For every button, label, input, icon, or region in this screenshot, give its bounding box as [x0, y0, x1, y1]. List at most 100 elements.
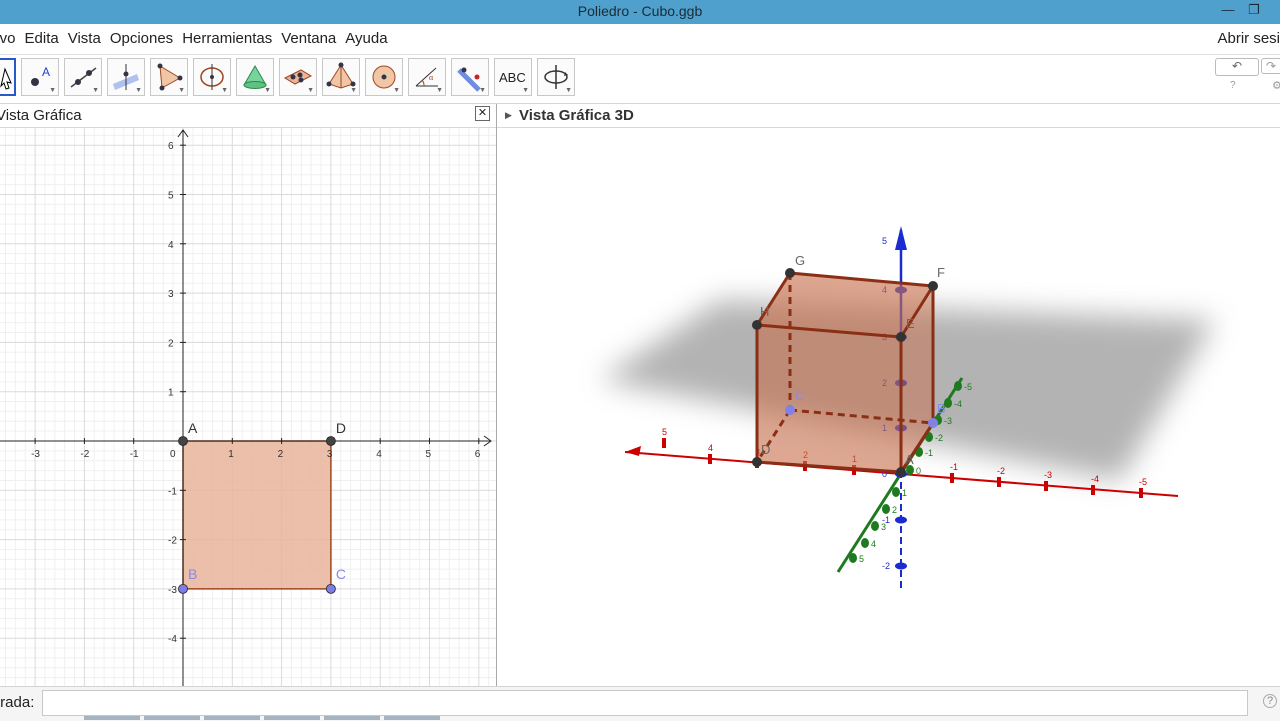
- graphics-view-3d-header: ▶ Vista Gráfica 3D: [497, 104, 1280, 128]
- vertex-label: G: [795, 253, 805, 268]
- reflect-tool-button[interactable]: ▼: [451, 58, 489, 96]
- x-tick-3d: [708, 454, 712, 464]
- graphics-3d-canvas[interactable]: 54321-1-2-3-4-5-5-4-3-2-1012345543210-1-…: [497, 128, 1280, 686]
- graphics-2d-canvas[interactable]: -3 -2 -1 0 1 2 3 4 5 6 6 5 4 3 2 1 -1 -2 -3 -4 A D B C: [0, 128, 496, 686]
- circle-axis-tool-button[interactable]: ▼: [193, 58, 231, 96]
- toolbar-settings-icon[interactable]: ⚙: [1272, 79, 1280, 92]
- redo-button[interactable]: ↷: [1261, 58, 1280, 74]
- pyramid-tool-button[interactable]: ▼: [322, 58, 360, 96]
- window-title: Poliedro - Cubo.ggb: [577, 3, 703, 19]
- y-tick-label-3d: -4: [954, 399, 962, 409]
- y-tick-label-3d: 4: [871, 539, 876, 549]
- vertex-h: [752, 320, 762, 330]
- vertex-label: A: [905, 452, 914, 467]
- restore-button[interactable]: ❐: [1244, 2, 1264, 18]
- vertex-d: [752, 457, 762, 467]
- y-tick-label: 2: [168, 338, 174, 349]
- move-tool-button[interactable]: [0, 58, 16, 96]
- taskbar-strip: [84, 716, 446, 720]
- vertex-g: [785, 268, 795, 278]
- menu-vista[interactable]: Vista: [64, 24, 105, 47]
- x-tick-label: -1: [130, 449, 139, 460]
- taskbar-item[interactable]: [144, 716, 200, 720]
- x-tick-label: 2: [278, 449, 284, 460]
- point-label: B: [188, 566, 197, 582]
- y-tick-label-3d: 2: [892, 505, 897, 515]
- point-label: D: [336, 420, 346, 436]
- plane-tool-button[interactable]: ▼: [279, 58, 317, 96]
- x-tick-label-3d: -2: [997, 466, 1005, 476]
- point-d: [325, 436, 336, 446]
- minimize-button[interactable]: —: [1218, 2, 1238, 17]
- menu-edita[interactable]: Edita: [21, 24, 63, 47]
- point-label: C: [336, 566, 346, 582]
- point-label: A: [188, 420, 198, 436]
- close-view-button[interactable]: ✕: [475, 106, 490, 121]
- y-tick-label-3d: -2: [935, 433, 943, 443]
- point-c: [325, 583, 336, 594]
- y-tick-label-3d: -3: [944, 416, 952, 426]
- redo-icon: ↷: [1266, 59, 1277, 73]
- x-tick-3d: [1091, 485, 1095, 495]
- taskbar-item[interactable]: [264, 716, 320, 720]
- move-tool-icon: [0, 67, 12, 90]
- svg-text:ABC: ABC: [499, 70, 526, 85]
- point-b: [178, 583, 188, 594]
- input-label: trada:: [0, 694, 35, 711]
- y-tick-label: -1: [168, 486, 177, 497]
- menu-herramientas[interactable]: Herramientas: [178, 24, 276, 47]
- y-tick-3d: [954, 381, 962, 391]
- menu-ventana[interactable]: Ventana: [277, 24, 340, 47]
- vertex-e: [896, 332, 906, 342]
- input-help-icon[interactable]: ?: [1263, 694, 1277, 708]
- x-tick-label-3d: 4: [708, 443, 713, 453]
- sphere-tool-button[interactable]: ▼: [365, 58, 403, 96]
- y-tick-label: 5: [168, 191, 174, 202]
- line-tool-button[interactable]: ▼: [64, 58, 102, 96]
- y-tick-label: -3: [168, 585, 177, 596]
- vertex-label: B: [937, 401, 946, 416]
- x-tick-label-3d: 5: [662, 427, 667, 437]
- z-tick-3d: [895, 562, 907, 570]
- toolbar-help-icon[interactable]: ?: [1230, 80, 1236, 91]
- y-tick-3d: [892, 487, 900, 497]
- expand-arrow-icon[interactable]: ▶: [505, 110, 512, 121]
- menu-ayuda[interactable]: Ayuda: [341, 24, 391, 47]
- vertex-a: [896, 467, 906, 477]
- close-icon: ✕: [477, 107, 488, 119]
- rotate-view-tool-button[interactable]: ▼: [537, 58, 575, 96]
- graphics-view-2d-header: Vista Gráfica ✕: [0, 104, 496, 128]
- taskbar-item[interactable]: [384, 716, 440, 720]
- cone-tool-button[interactable]: ▼: [236, 58, 274, 96]
- sign-in-link[interactable]: Abrir sesi: [1217, 30, 1280, 47]
- menu-archivo[interactable]: hivo: [0, 24, 20, 47]
- z-tick-label-3d: 5: [882, 236, 887, 246]
- taskbar-item[interactable]: [84, 716, 140, 720]
- y-tick-label: 1: [168, 388, 174, 399]
- x-tick-label: 0: [170, 449, 176, 460]
- vertex-f: [928, 281, 938, 291]
- taskbar-item[interactable]: [324, 716, 380, 720]
- taskbar-item[interactable]: [204, 716, 260, 720]
- perpendicular-tool-button[interactable]: ▼: [107, 58, 145, 96]
- input-field[interactable]: [42, 690, 1248, 716]
- y-tick-label: 4: [168, 240, 174, 251]
- vertex-c: [785, 405, 795, 415]
- z-tick-label-3d: -1: [882, 515, 890, 525]
- point-a: [178, 436, 188, 446]
- undo-button[interactable]: ↶: [1215, 58, 1259, 76]
- menu-opciones[interactable]: Opciones: [106, 24, 177, 47]
- x-tick-3d: [662, 438, 666, 448]
- text-tool-button[interactable]: ABC ▼: [494, 58, 532, 96]
- z-tick-3d: [895, 516, 907, 524]
- y-tick-label: -2: [168, 536, 177, 547]
- y-tick-label: 3: [168, 289, 174, 300]
- y-tick-3d: [882, 504, 890, 514]
- menu-bar: hivo Edita Vista Opciones Herramientas V…: [0, 24, 1280, 55]
- y-tick-label: -4: [168, 634, 177, 645]
- x-tick-label: 6: [475, 449, 481, 460]
- point-tool-button[interactable]: A ▼: [21, 58, 59, 96]
- x-tick-label-3d: -5: [1139, 477, 1147, 487]
- angle-tool-button[interactable]: α ▼: [408, 58, 446, 96]
- polygon-tool-button[interactable]: ▼: [150, 58, 188, 96]
